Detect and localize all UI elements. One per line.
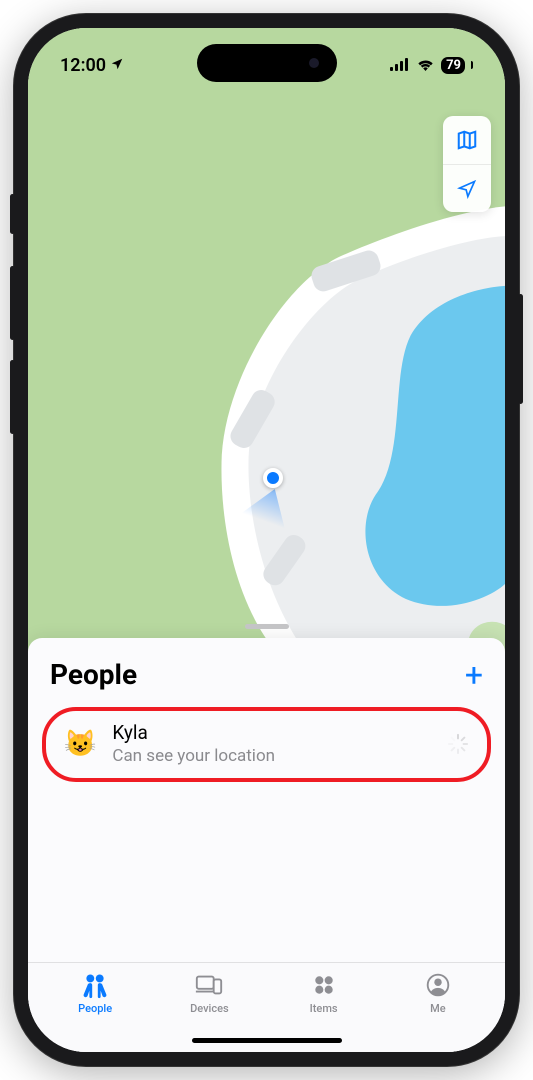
mute-switch xyxy=(10,194,15,234)
tab-me[interactable]: Me xyxy=(381,971,495,1015)
screen: 12:00 xyxy=(28,28,505,1052)
status-time: 12:00 xyxy=(60,55,106,76)
tab-me-label: Me xyxy=(430,1002,446,1015)
battery-indicator: 79 xyxy=(441,57,465,74)
me-icon xyxy=(423,971,453,999)
loading-spinner-icon xyxy=(447,733,469,755)
home-indicator[interactable] xyxy=(192,1038,342,1043)
tab-people-label: People xyxy=(78,1002,112,1015)
phone-frame: 12:00 xyxy=(14,14,519,1066)
recenter-button[interactable] xyxy=(443,164,491,212)
wifi-icon xyxy=(416,56,435,75)
people-sheet[interactable]: People + 😺 Kyla Can see your location xyxy=(28,638,505,1052)
tab-items[interactable]: Items xyxy=(267,971,381,1015)
map-view[interactable] xyxy=(28,28,505,653)
people-icon xyxy=(80,971,110,999)
tab-items-label: Items xyxy=(310,1002,338,1015)
cellular-signal-icon xyxy=(390,56,410,75)
current-location-dot xyxy=(263,468,283,488)
add-person-button[interactable]: + xyxy=(465,659,483,691)
dynamic-island xyxy=(197,44,337,82)
person-row-kyla[interactable]: 😺 Kyla Can see your location xyxy=(42,707,491,782)
person-avatar: 😺 xyxy=(64,731,96,757)
side-button xyxy=(518,294,523,404)
tab-devices-label: Devices xyxy=(190,1002,229,1015)
tab-people[interactable]: People xyxy=(38,971,152,1015)
map-mode-button[interactable] xyxy=(443,116,491,164)
sheet-title: People xyxy=(50,658,137,691)
tab-devices[interactable]: Devices xyxy=(152,971,266,1015)
sheet-grabber[interactable] xyxy=(245,624,289,629)
location-services-icon xyxy=(110,55,124,76)
person-subtitle: Can see your location xyxy=(112,746,431,766)
sheet-header: People + xyxy=(28,638,505,699)
battery-cap-icon xyxy=(471,61,473,69)
battery-percentage: 79 xyxy=(446,58,461,73)
person-name: Kyla xyxy=(112,721,431,744)
volume-down-button xyxy=(10,360,15,434)
items-icon xyxy=(309,971,339,999)
map-controls xyxy=(443,116,491,212)
volume-up-button xyxy=(10,266,15,340)
person-text: Kyla Can see your location xyxy=(112,721,431,766)
devices-icon xyxy=(194,971,224,999)
